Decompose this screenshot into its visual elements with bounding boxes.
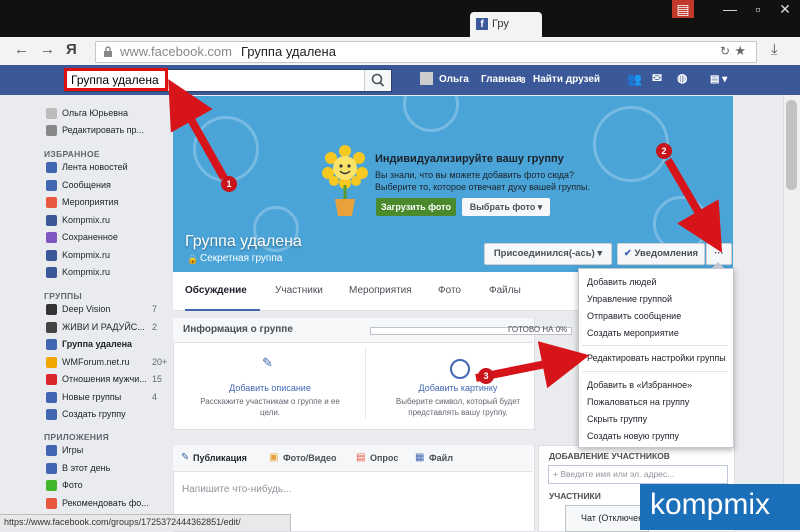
status-url: https://www.facebook.com/groups/17253724…	[4, 517, 241, 527]
chat-bar[interactable]: Чат (Отключен)	[565, 505, 649, 532]
arrow-2	[664, 157, 723, 253]
step-badge-2: 2	[656, 143, 672, 159]
watermark-text: kompmix	[650, 488, 771, 521]
arrow-1	[168, 79, 228, 180]
step-badge-3: 3	[478, 368, 494, 384]
step-badge-1: 1	[221, 176, 237, 192]
kompmix-watermark: kompmix	[640, 484, 800, 530]
browser-status-bar: https://www.facebook.com/groups/17253724…	[0, 514, 291, 531]
chat-label: Чат (Отключен)	[581, 513, 647, 523]
tutorial-arrows	[168, 79, 723, 389]
